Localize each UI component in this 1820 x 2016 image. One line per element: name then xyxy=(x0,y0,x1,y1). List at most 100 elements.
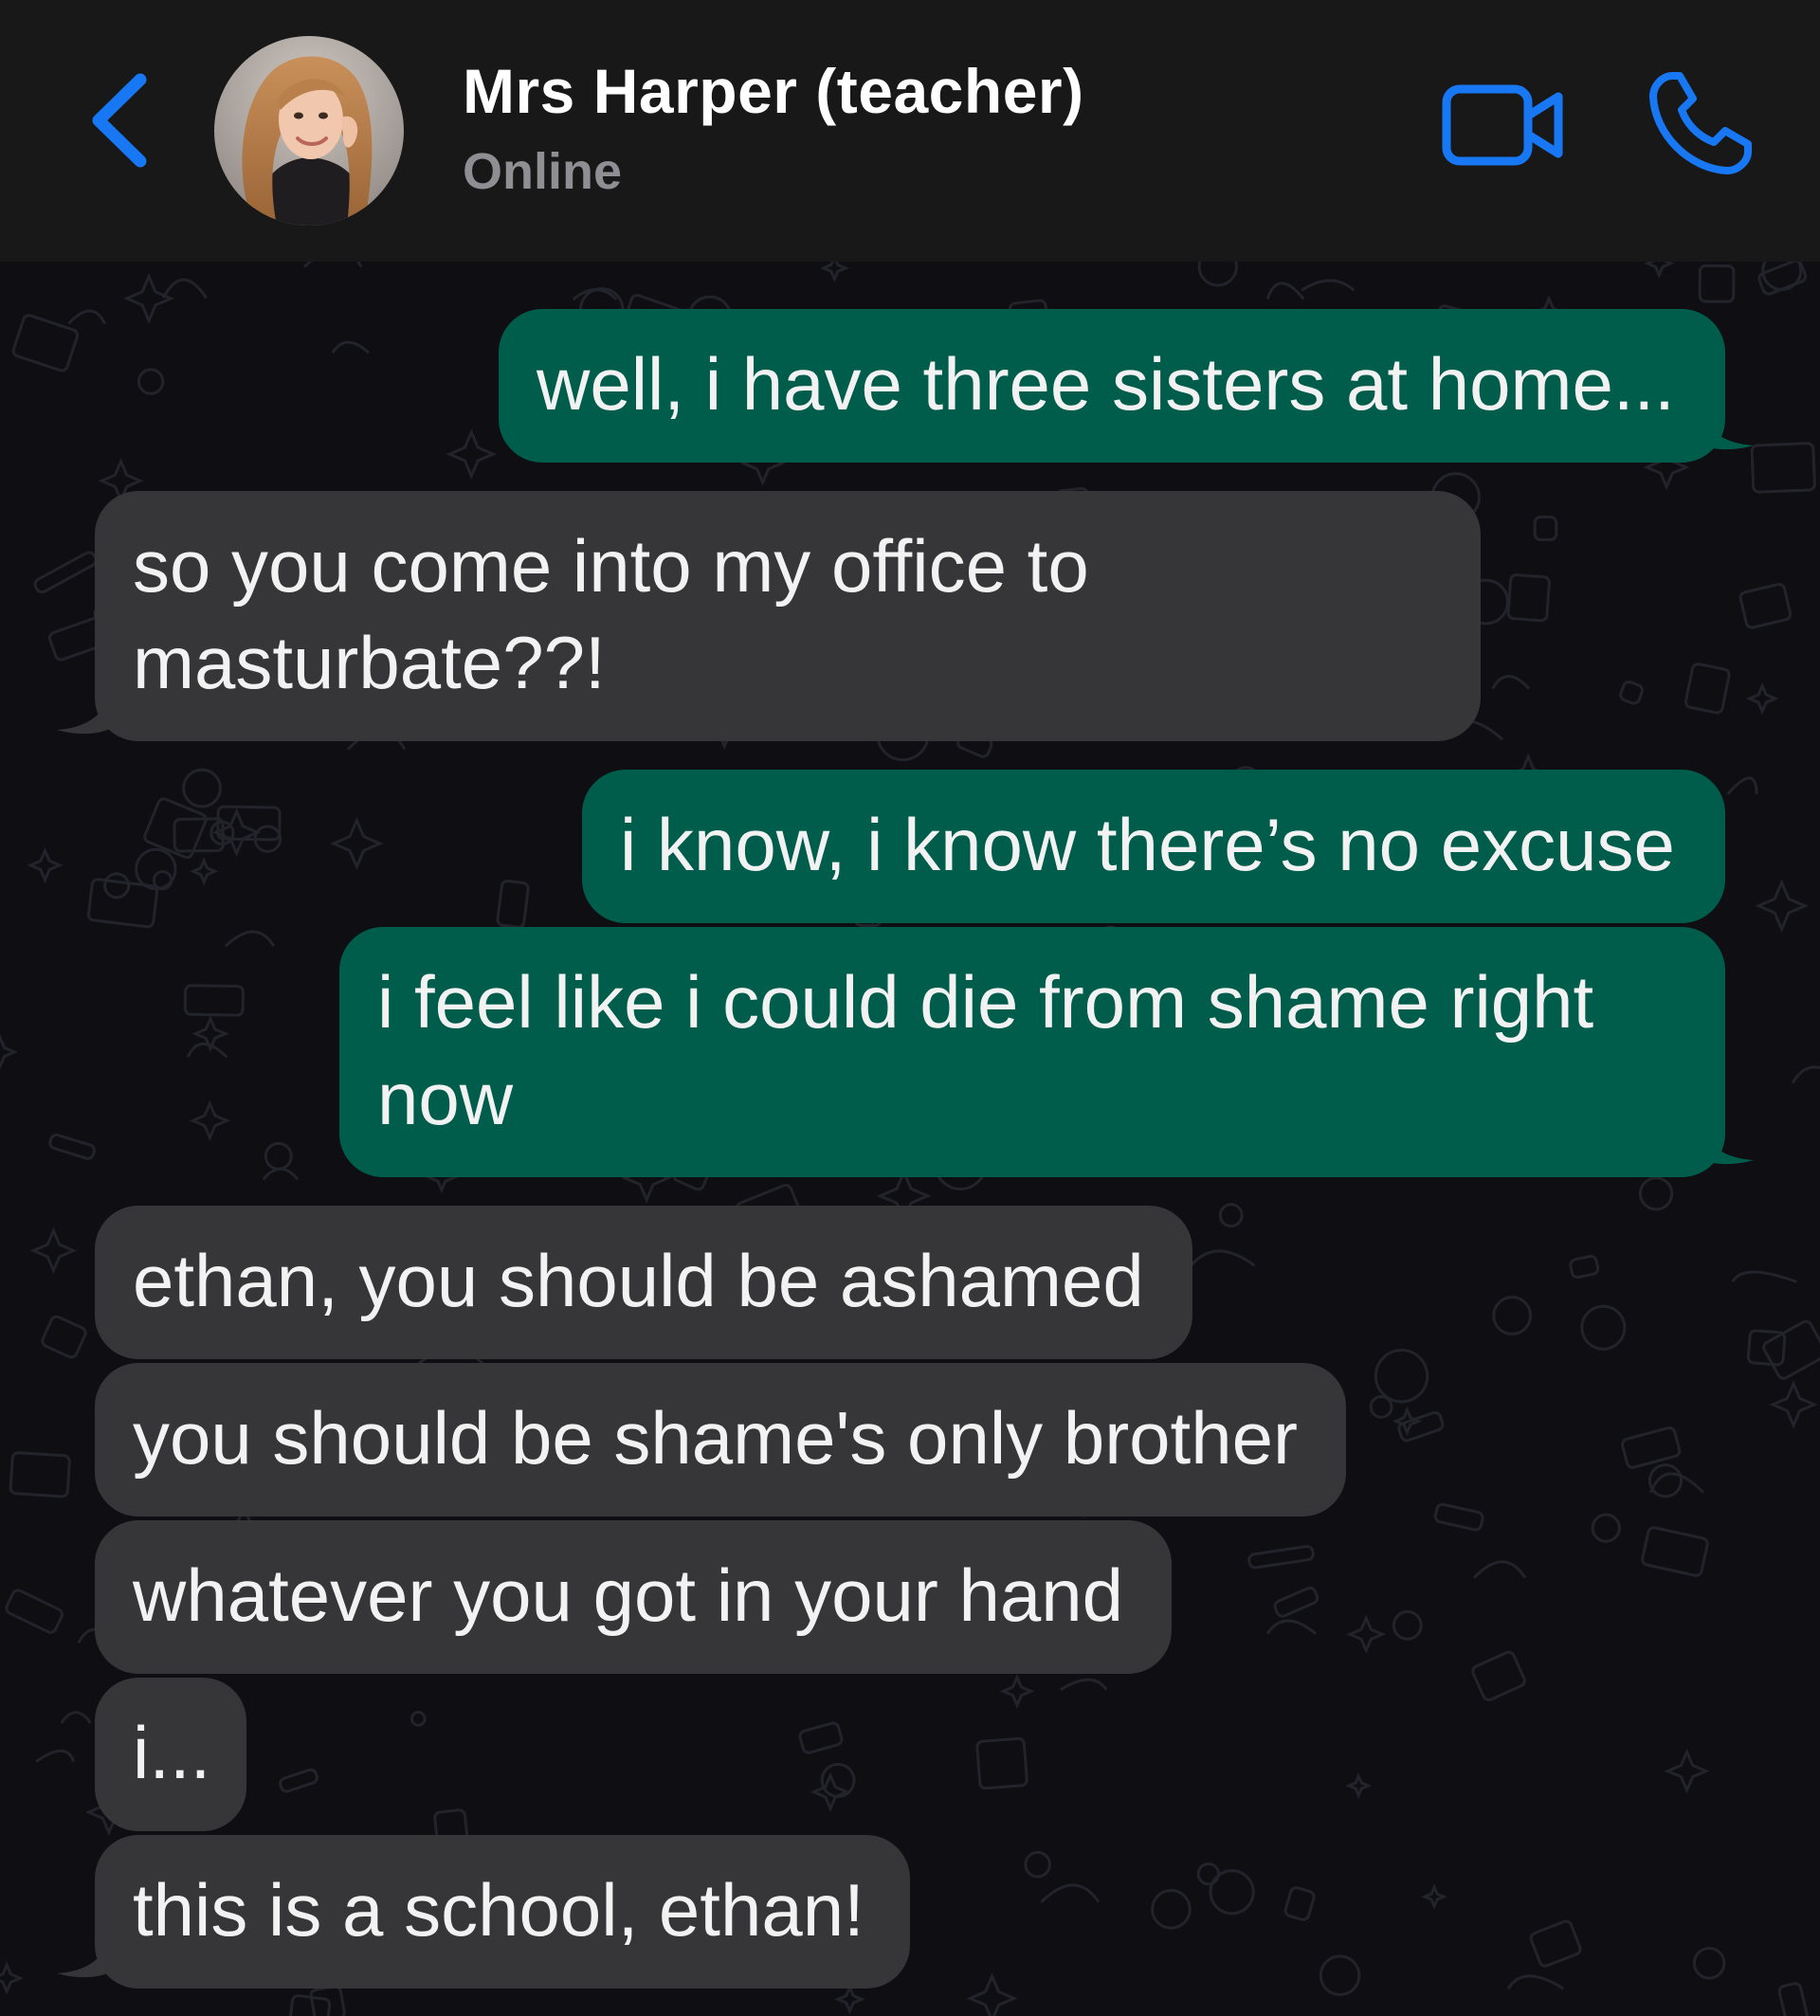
wallpaper-doodle xyxy=(1319,1954,1361,1996)
wallpaper-doodle xyxy=(35,1749,76,1763)
wallpaper-doodle xyxy=(1638,1176,1674,1211)
wallpaper-doodle xyxy=(1506,1974,1565,1990)
chat-screen: Mrs Harper (teacher) Online well, i have… xyxy=(0,0,1820,2016)
video-call-button[interactable] xyxy=(1441,78,1568,173)
message-list[interactable]: well, i have three sisters at home... so… xyxy=(0,262,1820,2016)
bubble-tail xyxy=(1697,1118,1754,1166)
wallpaper-doodle xyxy=(60,1711,92,1724)
bubble-tail xyxy=(57,1932,114,1979)
wallpaper-doodle xyxy=(1777,1982,1810,2016)
wallpaper-doodle xyxy=(1421,1883,1447,1910)
wallpaper-doodle xyxy=(186,1042,228,1059)
wallpaper-doodle xyxy=(27,846,64,884)
wallpaper-doodle xyxy=(966,1972,1018,2016)
message-outgoing[interactable]: well, i have three sisters at home... xyxy=(499,309,1725,463)
wallpaper-doodle xyxy=(1197,262,1238,287)
wallpaper-doodle xyxy=(182,768,222,808)
wallpaper-doodle xyxy=(1529,1919,1582,1968)
avatar-image xyxy=(214,36,404,226)
wallpaper-doodle xyxy=(1265,1619,1318,1635)
wallpaper-doodle xyxy=(1619,681,1644,705)
contact-avatar[interactable] xyxy=(214,36,404,226)
message-line: i know, i know there’s no excuse xyxy=(620,803,1675,886)
wallpaper-doodle xyxy=(183,984,245,1017)
wallpaper-doodle xyxy=(1569,1254,1600,1280)
wallpaper-doodle xyxy=(1726,776,1758,795)
bubble-tail xyxy=(57,688,114,736)
wallpaper-doodle xyxy=(1433,1502,1484,1532)
wallpaper-doodle xyxy=(33,551,98,594)
wallpaper-doodle xyxy=(798,1721,844,1754)
wallpaper-doodle xyxy=(1641,1526,1709,1577)
wallpaper-doodle xyxy=(1024,1850,1051,1879)
message-incoming[interactable]: ethan, you should be ashamed xyxy=(95,1206,1192,1359)
wallpaper-doodle xyxy=(1346,1614,1387,1655)
message-line: i feel like i could die from shame right xyxy=(377,960,1594,1044)
message-incoming[interactable]: so you come into my office to masturbate… xyxy=(95,491,1481,741)
wallpaper-doodle xyxy=(67,309,106,325)
wallpaper-doodle xyxy=(1301,279,1356,292)
wallpaper-doodle xyxy=(1745,681,1779,716)
video-camera-icon xyxy=(1442,84,1563,166)
wallpaper-doodle xyxy=(0,1034,18,1070)
wallpaper-doodle xyxy=(1664,1748,1710,1794)
wallpaper-doodle xyxy=(975,1736,1028,1790)
wallpaper-doodle xyxy=(1059,1678,1108,1692)
wallpaper-doodle xyxy=(1755,879,1809,934)
wallpaper-doodle xyxy=(279,1768,318,1793)
wallpaper-doodle xyxy=(289,1994,332,2016)
wallpaper-doodle xyxy=(1738,582,1793,629)
wallpaper-doodle xyxy=(1698,263,1736,303)
wallpaper-doodle xyxy=(262,1167,300,1181)
wallpaper-doodle xyxy=(410,1711,427,1727)
wallpaper-doodle xyxy=(1533,515,1558,542)
wallpaper-doodle xyxy=(1750,442,1816,494)
wallpaper-doodle xyxy=(1392,1609,1423,1641)
wallpaper-doodle xyxy=(1190,1249,1256,1267)
wallpaper-doodle xyxy=(1580,1304,1627,1351)
wallpaper-doodle xyxy=(41,1315,87,1359)
message-line: this is a school, ethan! xyxy=(133,1868,864,1952)
message-line: i... xyxy=(133,1711,211,1794)
message-incoming[interactable]: whatever you got in your hand xyxy=(95,1520,1172,1674)
wallpaper-doodle xyxy=(1692,1946,1726,1980)
message-incoming[interactable]: this is a school, ethan! xyxy=(95,1835,910,1989)
voice-call-button[interactable] xyxy=(1646,68,1756,178)
wallpaper-doodle xyxy=(224,930,276,948)
wallpaper-doodle xyxy=(1374,1349,1429,1404)
message-incoming[interactable]: you should be shame's only brother xyxy=(95,1363,1346,1517)
message-line: whatever you got in your hand xyxy=(133,1553,1124,1637)
wallpaper-doodle xyxy=(1218,1203,1244,1228)
chat-header: Mrs Harper (teacher) Online xyxy=(0,0,1820,262)
wallpaper-doodle xyxy=(1644,262,1675,280)
wallpaper-doodle xyxy=(1647,1463,1684,1498)
wallpaper-doodle xyxy=(1731,1270,1797,1283)
wallpaper-doodle xyxy=(5,1589,64,1634)
wallpaper-doodle xyxy=(264,1141,293,1171)
wallpaper-doodle xyxy=(1620,1426,1682,1469)
wallpaper-doodle xyxy=(29,1226,78,1275)
message-incoming[interactable]: i... xyxy=(95,1678,246,1831)
wallpaper-doodle xyxy=(496,879,530,929)
wallpaper-doodle xyxy=(834,1984,865,2015)
message-line: well, i have three sisters at home... xyxy=(537,342,1675,426)
wallpaper-doodle xyxy=(1791,1065,1820,1084)
wallpaper-doodle xyxy=(810,1771,851,1812)
wallpaper-doodle xyxy=(1491,675,1530,690)
message-outgoing[interactable]: i know, i know there’s no excuse xyxy=(582,770,1725,923)
wallpaper-doodle xyxy=(136,368,165,395)
wallpaper-doodle xyxy=(189,1099,231,1142)
message-outgoing[interactable]: i feel like i could die from shame right… xyxy=(339,927,1725,1177)
wallpaper-doodle xyxy=(1591,1513,1621,1543)
wallpaper-doodle xyxy=(1283,1886,1316,1921)
message-line: now xyxy=(377,1057,514,1140)
phone-icon xyxy=(1649,72,1752,174)
contact-name[interactable]: Mrs Harper (teacher) xyxy=(463,55,1084,127)
wallpaper-doodle xyxy=(1265,282,1305,300)
message-line: so you come into my office to xyxy=(133,524,1089,608)
wallpaper-doodle xyxy=(1769,1380,1818,1429)
wallpaper-doodle xyxy=(1345,1772,1373,1800)
wallpaper-doodle xyxy=(331,340,371,354)
wallpaper-doodle xyxy=(1492,1296,1533,1335)
back-button[interactable] xyxy=(82,68,167,173)
